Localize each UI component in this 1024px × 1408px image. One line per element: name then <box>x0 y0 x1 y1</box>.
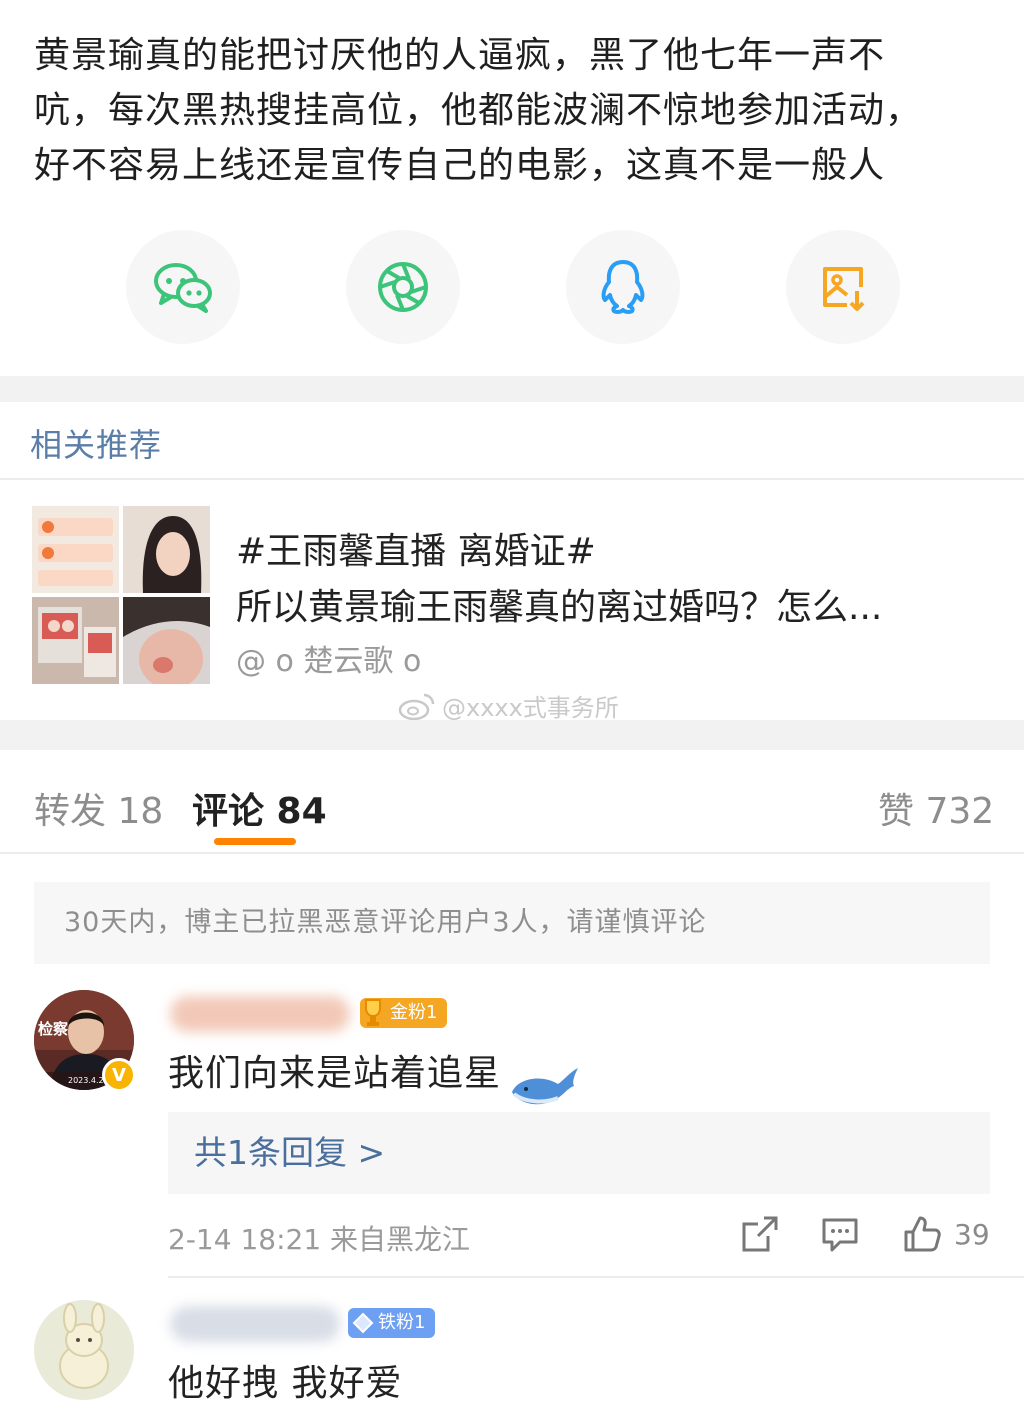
share-wechat-button[interactable] <box>126 230 240 344</box>
post-line-2: 吭，每次黑热搜挂高位，他都能波澜不惊地参加活动， <box>34 90 923 131</box>
username-blurred[interactable] <box>170 996 350 1032</box>
active-tab-indicator <box>214 838 296 845</box>
comment-text: 他好拽 我好爱 <box>168 1363 403 1404</box>
share-qq-button[interactable] <box>566 230 680 344</box>
share-moments-button[interactable] <box>346 230 460 344</box>
save-image-icon <box>823 267 865 311</box>
view-replies-link[interactable]: 共1条回复 > <box>168 1112 990 1194</box>
fan-badge-label: 金粉1 <box>390 1002 438 1023</box>
comment-text: 我们向来是站着追星 <box>168 1053 502 1094</box>
share-bar <box>0 230 1024 346</box>
avatar-overlay-text: 检察 <box>38 1020 69 1038</box>
tabs-divider <box>0 852 1024 854</box>
username-blurred[interactable] <box>170 1306 340 1342</box>
weibo-logo-icon <box>398 693 435 720</box>
comment-icon[interactable] <box>820 1214 860 1254</box>
post-line-1: 黄景瑜真的能把讨厌他的人逼疯，黑了他七年一声不 <box>34 35 886 76</box>
tab-repost[interactable]: 转发 18 <box>34 782 163 834</box>
comment-notice: 30天内，博主已拉黑恶意评论用户3人，请谨慎评论 <box>34 882 990 964</box>
recommend-author[interactable]: @ o 楚云歌 o <box>236 636 421 680</box>
comment-time-location: 2-14 18:21 来自黑龙江 <box>168 1223 471 1256</box>
verified-badge-icon: V <box>102 1058 136 1092</box>
recommend-title: #王雨馨直播 离婚证# <box>236 531 596 572</box>
qq-icon <box>601 260 645 314</box>
thumbnail-portrait <box>123 506 210 593</box>
share-save-image-button[interactable] <box>786 230 900 344</box>
post-line-3: 好不容易上线还是宣传自己的电影，这真不是一般人 <box>34 145 886 186</box>
section-divider <box>0 478 1024 480</box>
related-section-title: 相关推荐 <box>30 426 163 464</box>
fan-badge-label: 铁粉1 <box>378 1312 426 1333</box>
post-content: 黄景瑜真的能把讨厌他的人逼疯，黑了他七年一声不 吭，每次黑热搜挂高位，他都能波澜… <box>34 28 994 193</box>
comment-divider <box>168 1276 1024 1278</box>
recommend-item[interactable]: #王雨馨直播 离婚证# 所以黄景瑜王雨馨真的离过婚吗？怎么... @ o 楚云歌… <box>32 506 992 686</box>
section-separator <box>0 376 1024 402</box>
tab-likes[interactable]: 赞 732 <box>878 782 994 834</box>
thumbnail-closeup <box>123 597 210 684</box>
recommend-subtitle: 所以黄景瑜王雨馨真的离过婚吗？怎么... <box>236 587 883 628</box>
like-icon[interactable] <box>902 1214 942 1254</box>
moments-icon <box>378 262 428 312</box>
like-count: 39 <box>954 1218 990 1251</box>
diamond-icon <box>352 1312 374 1334</box>
avatar[interactable] <box>34 1300 134 1400</box>
wechat-icon <box>154 263 212 313</box>
share-icon[interactable] <box>740 1214 780 1254</box>
section-separator-2 <box>0 720 1024 750</box>
watermark: @xxxx式事务所 <box>398 688 619 723</box>
interaction-tabs: 转发 18 评论 84 赞 732 <box>0 760 1024 854</box>
thumbnail-screenshot <box>32 506 119 593</box>
recommend-thumbnail-grid <box>32 506 210 684</box>
watermark-text: @xxxx式事务所 <box>442 694 619 722</box>
tab-comments[interactable]: 评论 84 <box>192 782 327 834</box>
thumbnail-certificate <box>32 597 119 684</box>
trophy-icon <box>365 999 381 1026</box>
whale-emoji-icon <box>512 1068 578 1105</box>
